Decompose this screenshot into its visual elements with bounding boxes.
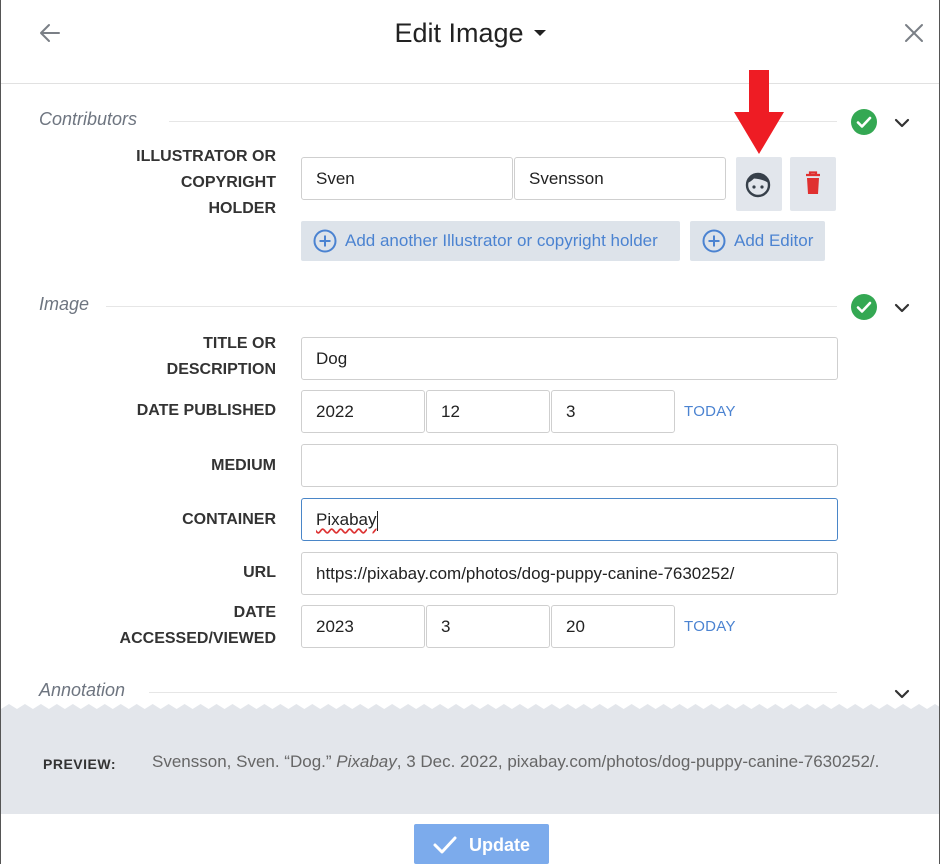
add-contributor-label: Add another Illustrator or copyright hol… [345, 231, 658, 250]
plus-circle-icon [702, 229, 726, 253]
container-value: Pixabay [316, 510, 377, 529]
container-input[interactable]: Pixabay [301, 498, 838, 541]
contributor-role-label: ILLUSTRATOR OR COPYRIGHT HOLDER [136, 144, 276, 222]
citation-part: , 3 Dec. 2022, pixabay.com/photos/dog-pu… [396, 752, 880, 771]
url-input[interactable]: https://pixabay.com/photos/dog-puppy-can… [301, 552, 838, 595]
section-title-contributors: Contributors [39, 109, 138, 129]
check-circle-icon [851, 109, 877, 135]
dialog-title-text: Edit Image [394, 18, 524, 48]
accessed-year-input[interactable]: 2023 [301, 605, 425, 648]
last-name-input[interactable]: Svensson [514, 157, 726, 200]
first-name-input[interactable]: Sven [301, 157, 513, 200]
published-year-input[interactable]: 2022 [301, 390, 425, 433]
face-icon [745, 172, 771, 198]
date-accessed-label: DATE ACCESSED/VIEWED [120, 600, 276, 652]
label-line: DESCRIPTION [166, 361, 276, 378]
preview-label: PREVIEW: [43, 756, 116, 772]
update-button[interactable]: Update [414, 824, 549, 864]
text-cursor [377, 510, 379, 531]
published-month-input[interactable]: 12 [426, 390, 550, 433]
dialog-header: Edit Image [1, 0, 939, 84]
label-line: ACCESSED/VIEWED [119, 630, 276, 647]
title-input[interactable]: Dog [301, 337, 838, 380]
title-label: TITLE OR DESCRIPTION [167, 331, 276, 383]
chevron-down-icon[interactable] [893, 685, 911, 703]
check-icon [433, 836, 457, 854]
caret-down-icon [533, 29, 546, 36]
plus-circle-icon [313, 229, 337, 253]
check-circle-icon [851, 294, 877, 320]
chevron-down-icon[interactable] [893, 114, 911, 132]
date-published-label: DATE PUBLISHED [136, 402, 276, 419]
zigzag-edge [1, 704, 939, 714]
close-icon[interactable] [899, 18, 929, 48]
label-line: TITLE OR [203, 335, 276, 352]
label-line: ILLUSTRATOR OR [136, 148, 276, 165]
person-type-button[interactable] [736, 157, 782, 211]
today-published-link[interactable]: TODAY [684, 403, 736, 420]
add-contributor-button[interactable]: Add another Illustrator or copyright hol… [301, 221, 680, 261]
divider [106, 306, 837, 307]
medium-label: MEDIUM [211, 457, 276, 474]
chevron-down-icon[interactable] [893, 299, 911, 317]
delete-contributor-button[interactable] [790, 157, 836, 211]
label-line: HOLDER [208, 200, 276, 217]
citation-part: Svensson, Sven. “Dog.” [152, 752, 337, 771]
citation-preview: Svensson, Sven. “Dog.” Pixabay, 3 Dec. 2… [152, 752, 879, 772]
container-label: CONTAINER [182, 511, 276, 528]
add-editor-label: Add Editor [734, 231, 814, 250]
label-line: COPYRIGHT [180, 174, 276, 191]
published-day-input[interactable]: 3 [551, 390, 675, 433]
section-title-image: Image [39, 294, 90, 314]
citation-container: Pixabay [336, 752, 397, 771]
red-arrow-icon [734, 70, 784, 154]
edit-image-dialog: Edit Image Contributors ILLUSTRATOR OR C… [0, 0, 940, 864]
label-line: DATE [233, 604, 276, 621]
update-label: Update [469, 835, 531, 855]
medium-input[interactable] [301, 444, 838, 487]
add-editor-button[interactable]: Add Editor [690, 221, 825, 261]
trash-icon [806, 171, 820, 194]
preview-panel: PREVIEW: Svensson, Sven. “Dog.” Pixabay,… [1, 704, 939, 814]
dialog-title[interactable]: Edit Image [1, 18, 939, 49]
today-accessed-link[interactable]: TODAY [684, 618, 736, 635]
section-title-annotation: Annotation [39, 680, 126, 700]
accessed-day-input[interactable]: 20 [551, 605, 675, 648]
divider [149, 692, 837, 693]
accessed-month-input[interactable]: 3 [426, 605, 550, 648]
url-label: URL [243, 564, 276, 581]
